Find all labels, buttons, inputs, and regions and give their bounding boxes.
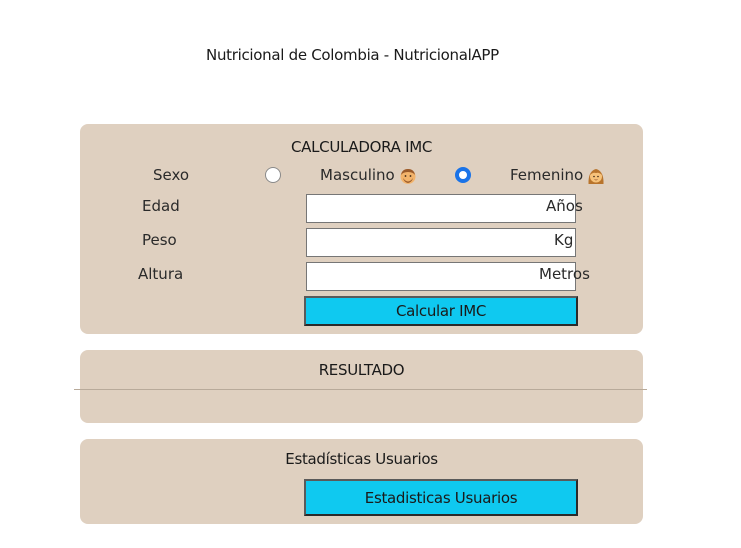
male-radio[interactable] (265, 167, 281, 183)
edad-input[interactable] (306, 194, 576, 223)
estadisticas-usuarios-button[interactable]: Estadisticas Usuarios (304, 479, 578, 516)
altura-input[interactable] (306, 262, 576, 291)
female-option: Femenino (510, 166, 605, 185)
stats-title: Estadísticas Usuarios (285, 450, 438, 468)
imc-card-title: CALCULADORA IMC (290, 138, 433, 156)
result-card: RESULTADO (80, 350, 643, 423)
edad-label: Edad (142, 197, 180, 215)
peso-input[interactable] (306, 228, 576, 257)
result-divider (74, 389, 647, 390)
imc-calculator-card: CALCULADORA IMC Sexo Masculino Femenino … (80, 124, 643, 334)
female-radio[interactable] (455, 167, 471, 183)
calcular-imc-button[interactable]: Calcular IMC (304, 296, 578, 326)
female-label: Femenino (510, 166, 584, 184)
peso-label: Peso (142, 231, 177, 249)
page-title: Nutricional de Colombia - NutricionalAPP (206, 46, 499, 64)
stats-card: Estadísticas Usuarios Estadisticas Usuar… (80, 439, 643, 524)
woman-emoji-icon (588, 168, 604, 184)
altura-label: Altura (138, 265, 184, 283)
male-option: Masculino (320, 166, 417, 185)
altura-unit: Metros (539, 265, 590, 283)
sexo-label: Sexo (153, 166, 190, 184)
edad-unit: Años (546, 197, 583, 215)
peso-unit: Kg (554, 231, 574, 249)
male-label: Masculino (320, 166, 395, 184)
result-title: RESULTADO (318, 361, 405, 379)
man-emoji-icon (400, 168, 416, 184)
